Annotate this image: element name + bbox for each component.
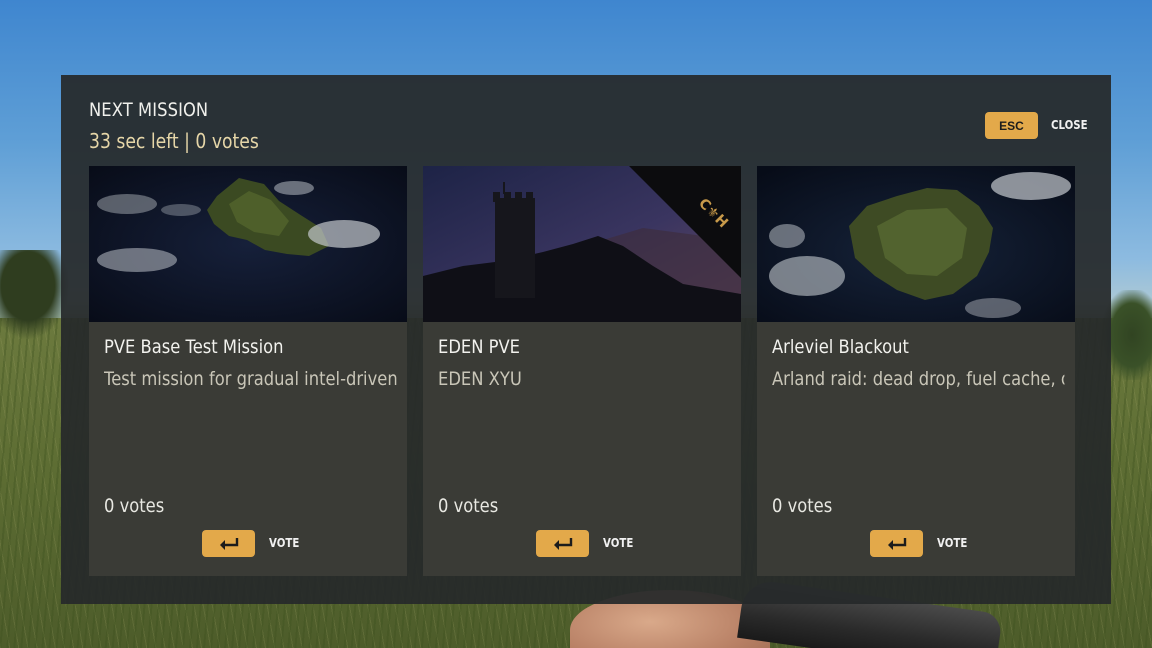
vote-timer-status: 33 sec left | 0 votes bbox=[89, 129, 259, 153]
mission-vote-panel: NEXT MISSION 33 sec left | 0 votes ESC C… bbox=[61, 75, 1111, 604]
close-button-label[interactable]: CLOSE bbox=[1051, 118, 1088, 132]
enter-key-icon bbox=[887, 537, 906, 550]
mission-name: PVE Base Test Mission bbox=[104, 336, 284, 358]
island-map-image bbox=[89, 166, 407, 322]
mission-vote-count: 0 votes bbox=[772, 495, 833, 517]
background-tree bbox=[0, 250, 70, 340]
vote-button-label[interactable]: VOTE bbox=[937, 536, 967, 550]
vote-button-label[interactable]: VOTE bbox=[269, 536, 299, 550]
enter-key-icon bbox=[553, 537, 572, 550]
mission-card[interactable]: PVE Base Test Mission Test mission for g… bbox=[89, 166, 407, 576]
island-map-image bbox=[757, 166, 1075, 322]
mission-card[interactable]: Arleviel Blackout Arland raid: dead drop… bbox=[757, 166, 1075, 576]
mission-thumbnail: C⚜H bbox=[423, 166, 741, 322]
mission-description: Test mission for gradual intel-driven t bbox=[104, 368, 397, 390]
enter-key-icon bbox=[219, 537, 238, 550]
mission-thumbnail bbox=[757, 166, 1075, 322]
esc-key-button[interactable]: ESC bbox=[985, 112, 1038, 139]
mission-vote-count: 0 votes bbox=[104, 495, 165, 517]
mission-description: Arland raid: dead drop, fuel cache, co bbox=[772, 368, 1065, 390]
vote-button[interactable] bbox=[536, 530, 589, 557]
castle-at-dusk-image: C⚜H bbox=[423, 166, 741, 322]
vote-button[interactable] bbox=[202, 530, 255, 557]
mission-name: Arleviel Blackout bbox=[772, 336, 909, 358]
vote-button-label[interactable]: VOTE bbox=[603, 536, 633, 550]
panel-title: NEXT MISSION bbox=[89, 99, 209, 121]
mission-vote-count: 0 votes bbox=[438, 495, 499, 517]
mission-description: EDEN XYU bbox=[438, 368, 522, 390]
mission-card[interactable]: C⚜H EDEN PVE EDEN XYU 0 votes VOTE bbox=[423, 166, 741, 576]
mission-name: EDEN PVE bbox=[438, 336, 521, 358]
vote-button[interactable] bbox=[870, 530, 923, 557]
mission-thumbnail bbox=[89, 166, 407, 322]
